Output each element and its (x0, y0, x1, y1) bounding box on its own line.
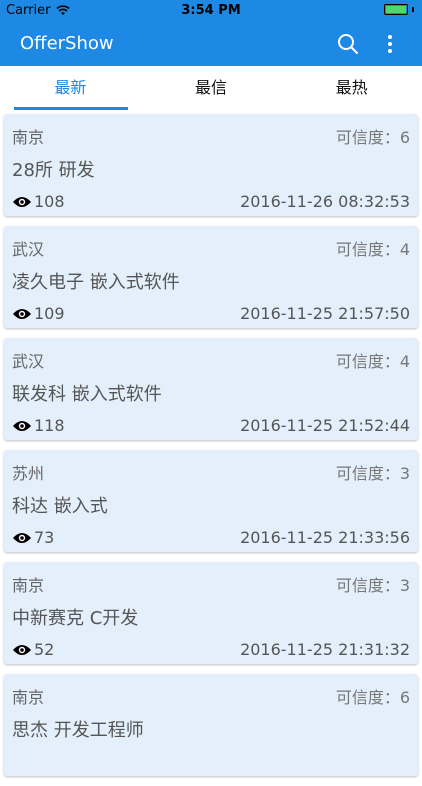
post-time: 2016-11-25 21:31:32 (240, 640, 410, 659)
offer-card[interactable]: 武汉 可信度：4 凌久电子 嵌入式软件 109 2016-11-25 21:57… (4, 226, 418, 328)
view-count: 52 (12, 640, 54, 659)
more-vertical-icon[interactable] (378, 32, 402, 56)
status-time: 3:54 PM (181, 3, 241, 18)
view-count-value: 73 (34, 528, 55, 547)
credibility-label: 可信度：6 (335, 128, 410, 147)
tab-hottest[interactable]: 最热 (281, 66, 422, 112)
city-label: 南京 (12, 688, 45, 707)
city-label: 武汉 (12, 240, 45, 259)
city-label: 武汉 (12, 352, 45, 371)
offer-card[interactable]: 苏州 可信度：3 科达 嵌入式 73 2016-11-25 21:33:56 (4, 450, 418, 552)
job-title: 科达 嵌入式 (12, 496, 108, 517)
post-time: 2016-11-26 08:32:53 (240, 192, 410, 211)
post-time: 2016-11-25 21:52:44 (240, 416, 410, 435)
credibility-label: 可信度：3 (335, 576, 410, 595)
job-title: 中新赛克 C开发 (12, 608, 139, 629)
credibility-label: 可信度：4 (335, 352, 410, 371)
post-time: 2016-11-25 21:57:50 (240, 304, 410, 323)
post-time: 2016-11-25 21:33:56 (240, 528, 410, 547)
credibility-label: 可信度：3 (335, 464, 410, 483)
search-icon[interactable] (336, 32, 360, 56)
job-title: 思杰 开发工程师 (12, 720, 144, 741)
offer-card[interactable]: 武汉 可信度：4 联发科 嵌入式软件 118 2016-11-25 21:52:… (4, 338, 418, 440)
view-count: 109 (12, 304, 65, 323)
eye-icon (13, 644, 31, 655)
battery-tip (412, 7, 414, 12)
city-label: 苏州 (12, 464, 45, 483)
tab-most-credible[interactable]: 最信 (141, 66, 282, 112)
tab-bar: 最新 最信 最热 (0, 66, 422, 112)
job-title: 28所 研发 (12, 160, 95, 181)
credibility-label: 可信度：4 (335, 240, 410, 259)
app-title: OfferShow (20, 33, 114, 54)
eye-icon (13, 196, 31, 207)
city-label: 南京 (12, 128, 45, 147)
job-title: 凌久电子 嵌入式软件 (12, 272, 180, 293)
battery-fill (386, 6, 406, 13)
job-title: 联发科 嵌入式软件 (12, 384, 162, 405)
offer-card[interactable]: 南京 可信度：6 思杰 开发工程师 (4, 674, 418, 776)
view-count: 118 (12, 416, 65, 435)
active-tab-indicator (14, 107, 128, 110)
offer-card[interactable]: 南京 可信度：6 28所 研发 108 2016-11-26 08:32:53 (4, 114, 418, 216)
view-count-value: 52 (34, 640, 55, 659)
battery-icon (384, 4, 408, 15)
view-count: 73 (12, 528, 54, 547)
tab-latest[interactable]: 最新 (0, 66, 141, 112)
credibility-label: 可信度：6 (335, 688, 410, 707)
status-bar: Carrier 3:54 PM (0, 0, 422, 22)
eye-icon (13, 420, 31, 431)
city-label: 南京 (12, 576, 45, 595)
offer-list: 南京 可信度：6 28所 研发 108 2016-11-26 08:32:53 … (4, 114, 418, 786)
view-count-value: 109 (34, 304, 65, 323)
view-count-value: 108 (34, 192, 65, 211)
eye-icon (13, 308, 31, 319)
battery-indicator (384, 4, 414, 15)
eye-icon (13, 532, 31, 543)
offer-card[interactable]: 南京 可信度：3 中新赛克 C开发 52 2016-11-25 21:31:32 (4, 562, 418, 664)
view-count-value: 118 (34, 416, 65, 435)
view-count: 108 (12, 192, 65, 211)
app-header: OfferShow (0, 22, 422, 66)
